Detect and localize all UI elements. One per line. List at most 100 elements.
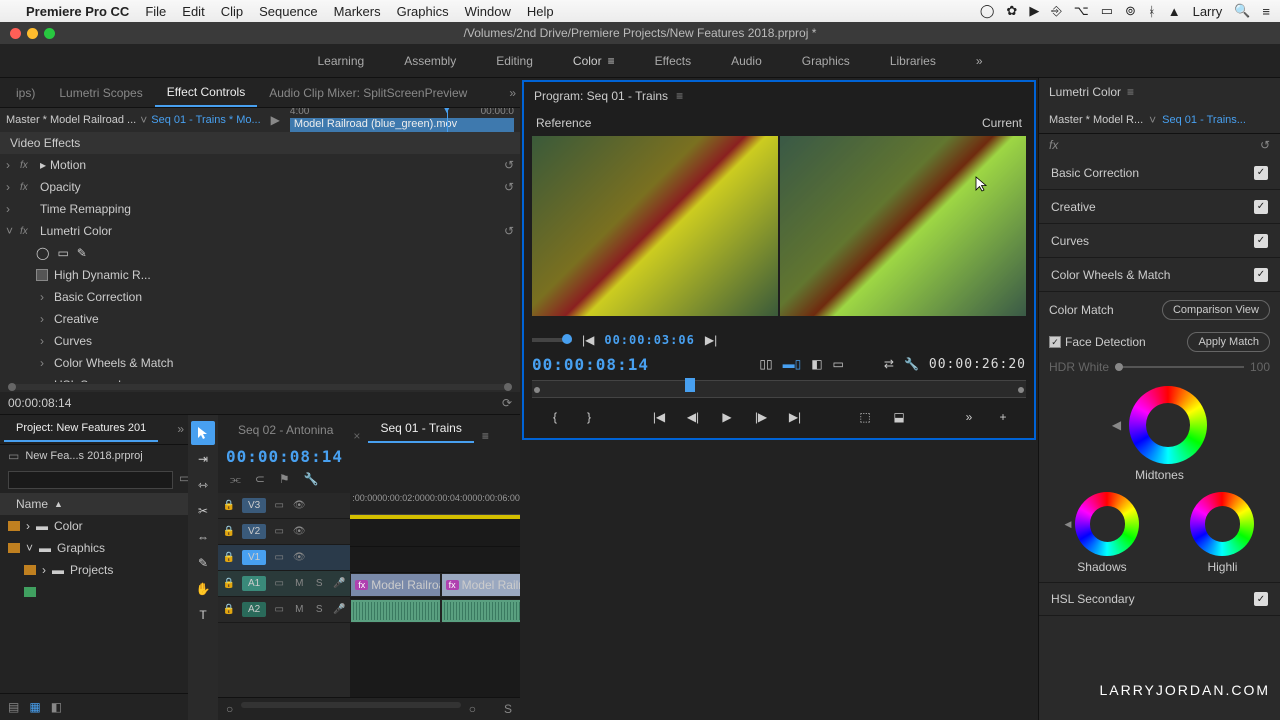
- bin-projects[interactable]: ›▬Projects: [0, 559, 188, 581]
- menubar-icon[interactable]: ▶: [1029, 3, 1039, 19]
- play-icon[interactable]: ▶: [718, 410, 736, 424]
- go-to-in-icon[interactable]: |◀: [650, 410, 668, 424]
- comparison-side-icon[interactable]: ▯▯: [759, 357, 772, 371]
- comparison-view-button[interactable]: Comparison View: [1162, 300, 1270, 320]
- track-a2[interactable]: 🔒A2▭MS🎤: [218, 597, 350, 623]
- go-to-out-icon[interactable]: ▶|: [705, 333, 717, 347]
- audio-clip-1[interactable]: [350, 599, 440, 623]
- ripple-edit-tool[interactable]: ⇿: [191, 473, 215, 497]
- lumetri-basic-correction[interactable]: Basic Correction✓: [1039, 156, 1280, 190]
- comparison-view[interactable]: [532, 136, 1026, 316]
- track-v1[interactable]: 🔒V1▭👁: [218, 545, 350, 571]
- selection-tool[interactable]: [191, 421, 215, 445]
- menubar-icon[interactable]: ⌥: [1074, 3, 1089, 19]
- workspace-overflow[interactable]: »: [976, 54, 983, 68]
- section-checkbox[interactable]: ✓: [1254, 200, 1268, 214]
- mark-out-icon[interactable]: }: [580, 410, 598, 424]
- ec-motion[interactable]: ›fx▸Motion↺: [0, 154, 520, 176]
- bluetooth-icon[interactable]: ᚼ: [1148, 4, 1156, 19]
- swap-icon[interactable]: ⇄: [884, 357, 894, 371]
- highlights-wheel[interactable]: [1190, 492, 1254, 556]
- panel-menu-icon[interactable]: ≡: [676, 89, 683, 103]
- section-checkbox[interactable]: ✓: [1254, 592, 1268, 606]
- add-button-icon[interactable]: +: [994, 410, 1012, 424]
- list-view-icon[interactable]: ▤: [8, 700, 19, 714]
- workspace-effects[interactable]: Effects: [635, 54, 711, 68]
- section-checkbox[interactable]: ✓: [1254, 234, 1268, 248]
- track-a1[interactable]: 🔒A1▭MS🎤: [218, 571, 350, 597]
- app-name[interactable]: Premiere Pro CC: [26, 4, 129, 19]
- ec-sub-creative[interactable]: ›Creative: [0, 308, 520, 330]
- tab-effect-controls[interactable]: Effect Controls: [155, 79, 257, 107]
- airplay-icon[interactable]: ▭: [1101, 3, 1113, 19]
- section-checkbox[interactable]: ✓: [1254, 166, 1268, 180]
- shadows-wheel[interactable]: [1075, 492, 1139, 556]
- panel-menu-icon[interactable]: ≡: [1127, 85, 1134, 99]
- lumetri-creative[interactable]: Creative✓: [1039, 190, 1280, 224]
- hand-tool[interactable]: ✋: [191, 577, 215, 601]
- comparison-split-icon[interactable]: ◧: [811, 357, 822, 371]
- freeform-view-icon[interactable]: ◧: [51, 700, 62, 714]
- ec-sub-hsl[interactable]: ›HSL Secondary: [0, 374, 520, 382]
- workspace-graphics[interactable]: Graphics: [782, 54, 870, 68]
- slip-tool[interactable]: ⇔: [191, 525, 215, 549]
- mask-ellipse-icon[interactable]: ◯: [36, 246, 49, 260]
- ec-toggle-icon[interactable]: ⟳: [502, 396, 512, 410]
- lumetri-master[interactable]: Master * Model R...: [1049, 114, 1143, 126]
- clip-model-railroad-blue-green[interactable]: fxModel Railroad (blue_green).mov: [441, 573, 520, 597]
- menu-edit[interactable]: Edit: [182, 4, 204, 19]
- workspace-learning[interactable]: Learning: [297, 54, 384, 68]
- wifi-icon[interactable]: ⊚: [1125, 3, 1136, 19]
- mask-pen-icon[interactable]: ✎: [77, 246, 87, 260]
- lumetri-wheels-match[interactable]: Color Wheels & Match✓: [1039, 258, 1280, 292]
- tab-audio-mixer[interactable]: Audio Clip Mixer: SplitScreenPreview: [257, 80, 479, 106]
- tab-project[interactable]: Project: New Features 201: [4, 416, 158, 442]
- scrub-knob[interactable]: [562, 334, 572, 344]
- comparison-toggle-icon[interactable]: ▬▯: [783, 357, 802, 371]
- program-playhead-timecode[interactable]: 00:00:08:14: [532, 355, 649, 374]
- wrench-icon[interactable]: 🔧: [904, 357, 919, 371]
- marker-icon[interactable]: ⚑: [279, 472, 290, 487]
- extract-icon[interactable]: ⬓: [890, 410, 908, 424]
- lumetri-curves[interactable]: Curves✓: [1039, 224, 1280, 258]
- ec-timecode[interactable]: 00:00:08:14: [8, 396, 71, 410]
- menu-graphics[interactable]: Graphics: [397, 4, 449, 19]
- lumetri-hsl-secondary[interactable]: HSL Secondary✓: [1039, 582, 1280, 616]
- hdr-white-value[interactable]: 100: [1250, 360, 1270, 374]
- clip-model-railroad[interactable]: fxModel Railroad.mov: [350, 573, 440, 597]
- ec-hdr-row[interactable]: High Dynamic R...: [0, 264, 520, 286]
- hdr-white-slider[interactable]: [1115, 366, 1244, 368]
- transport-overflow[interactable]: »: [960, 410, 978, 424]
- workspace-editing[interactable]: Editing: [476, 54, 553, 68]
- workspace-libraries[interactable]: Libraries: [870, 54, 956, 68]
- user-name[interactable]: Larry: [1193, 4, 1223, 19]
- track-v3[interactable]: 🔒V3▭👁: [218, 493, 350, 519]
- menu-window[interactable]: Window: [465, 4, 511, 19]
- apply-match-button[interactable]: Apply Match: [1187, 332, 1270, 352]
- type-tool[interactable]: T: [191, 603, 215, 627]
- bin-item[interactable]: [0, 581, 188, 603]
- timeline-clips-area[interactable]: :00:00 00:00:02:00 00:00:04:00 00:00:06:…: [350, 493, 520, 698]
- ec-time-remapping[interactable]: ›Time Remapping: [0, 198, 520, 220]
- ec-sub-basic[interactable]: ›Basic Correction: [0, 286, 520, 308]
- bin-graphics[interactable]: ˅▬Graphics: [0, 537, 188, 559]
- face-detection-checkbox[interactable]: ✓: [1049, 336, 1061, 348]
- workspace-color[interactable]: Color≡: [553, 54, 635, 68]
- program-playhead-marker[interactable]: [685, 378, 695, 392]
- seq-tab-antonina[interactable]: Seq 02 - Antonina: [226, 417, 345, 443]
- step-back-icon[interactable]: ◀|: [684, 410, 702, 424]
- column-header-name[interactable]: Name▲: [0, 493, 188, 515]
- menubar-icon[interactable]: ⎆: [1051, 3, 1061, 19]
- panel-overflow[interactable]: »: [509, 86, 516, 100]
- menubar-icon[interactable]: ✿: [1006, 3, 1017, 19]
- spotlight-icon[interactable]: 🔍: [1234, 3, 1250, 19]
- ec-sub-curves[interactable]: ›Curves: [0, 330, 520, 352]
- menu-sequence[interactable]: Sequence: [259, 4, 318, 19]
- reset-icon[interactable]: ↺: [1260, 138, 1270, 152]
- tab-lumetri-scopes[interactable]: Lumetri Scopes: [47, 80, 154, 106]
- mask-rect-icon[interactable]: ▭: [57, 246, 68, 260]
- bin-color[interactable]: ›▬Color: [0, 515, 188, 537]
- panel-overflow[interactable]: »: [177, 422, 184, 436]
- timeline-timecode[interactable]: 00:00:08:14: [226, 447, 343, 466]
- ec-opacity[interactable]: ›fxOpacity↺: [0, 176, 520, 198]
